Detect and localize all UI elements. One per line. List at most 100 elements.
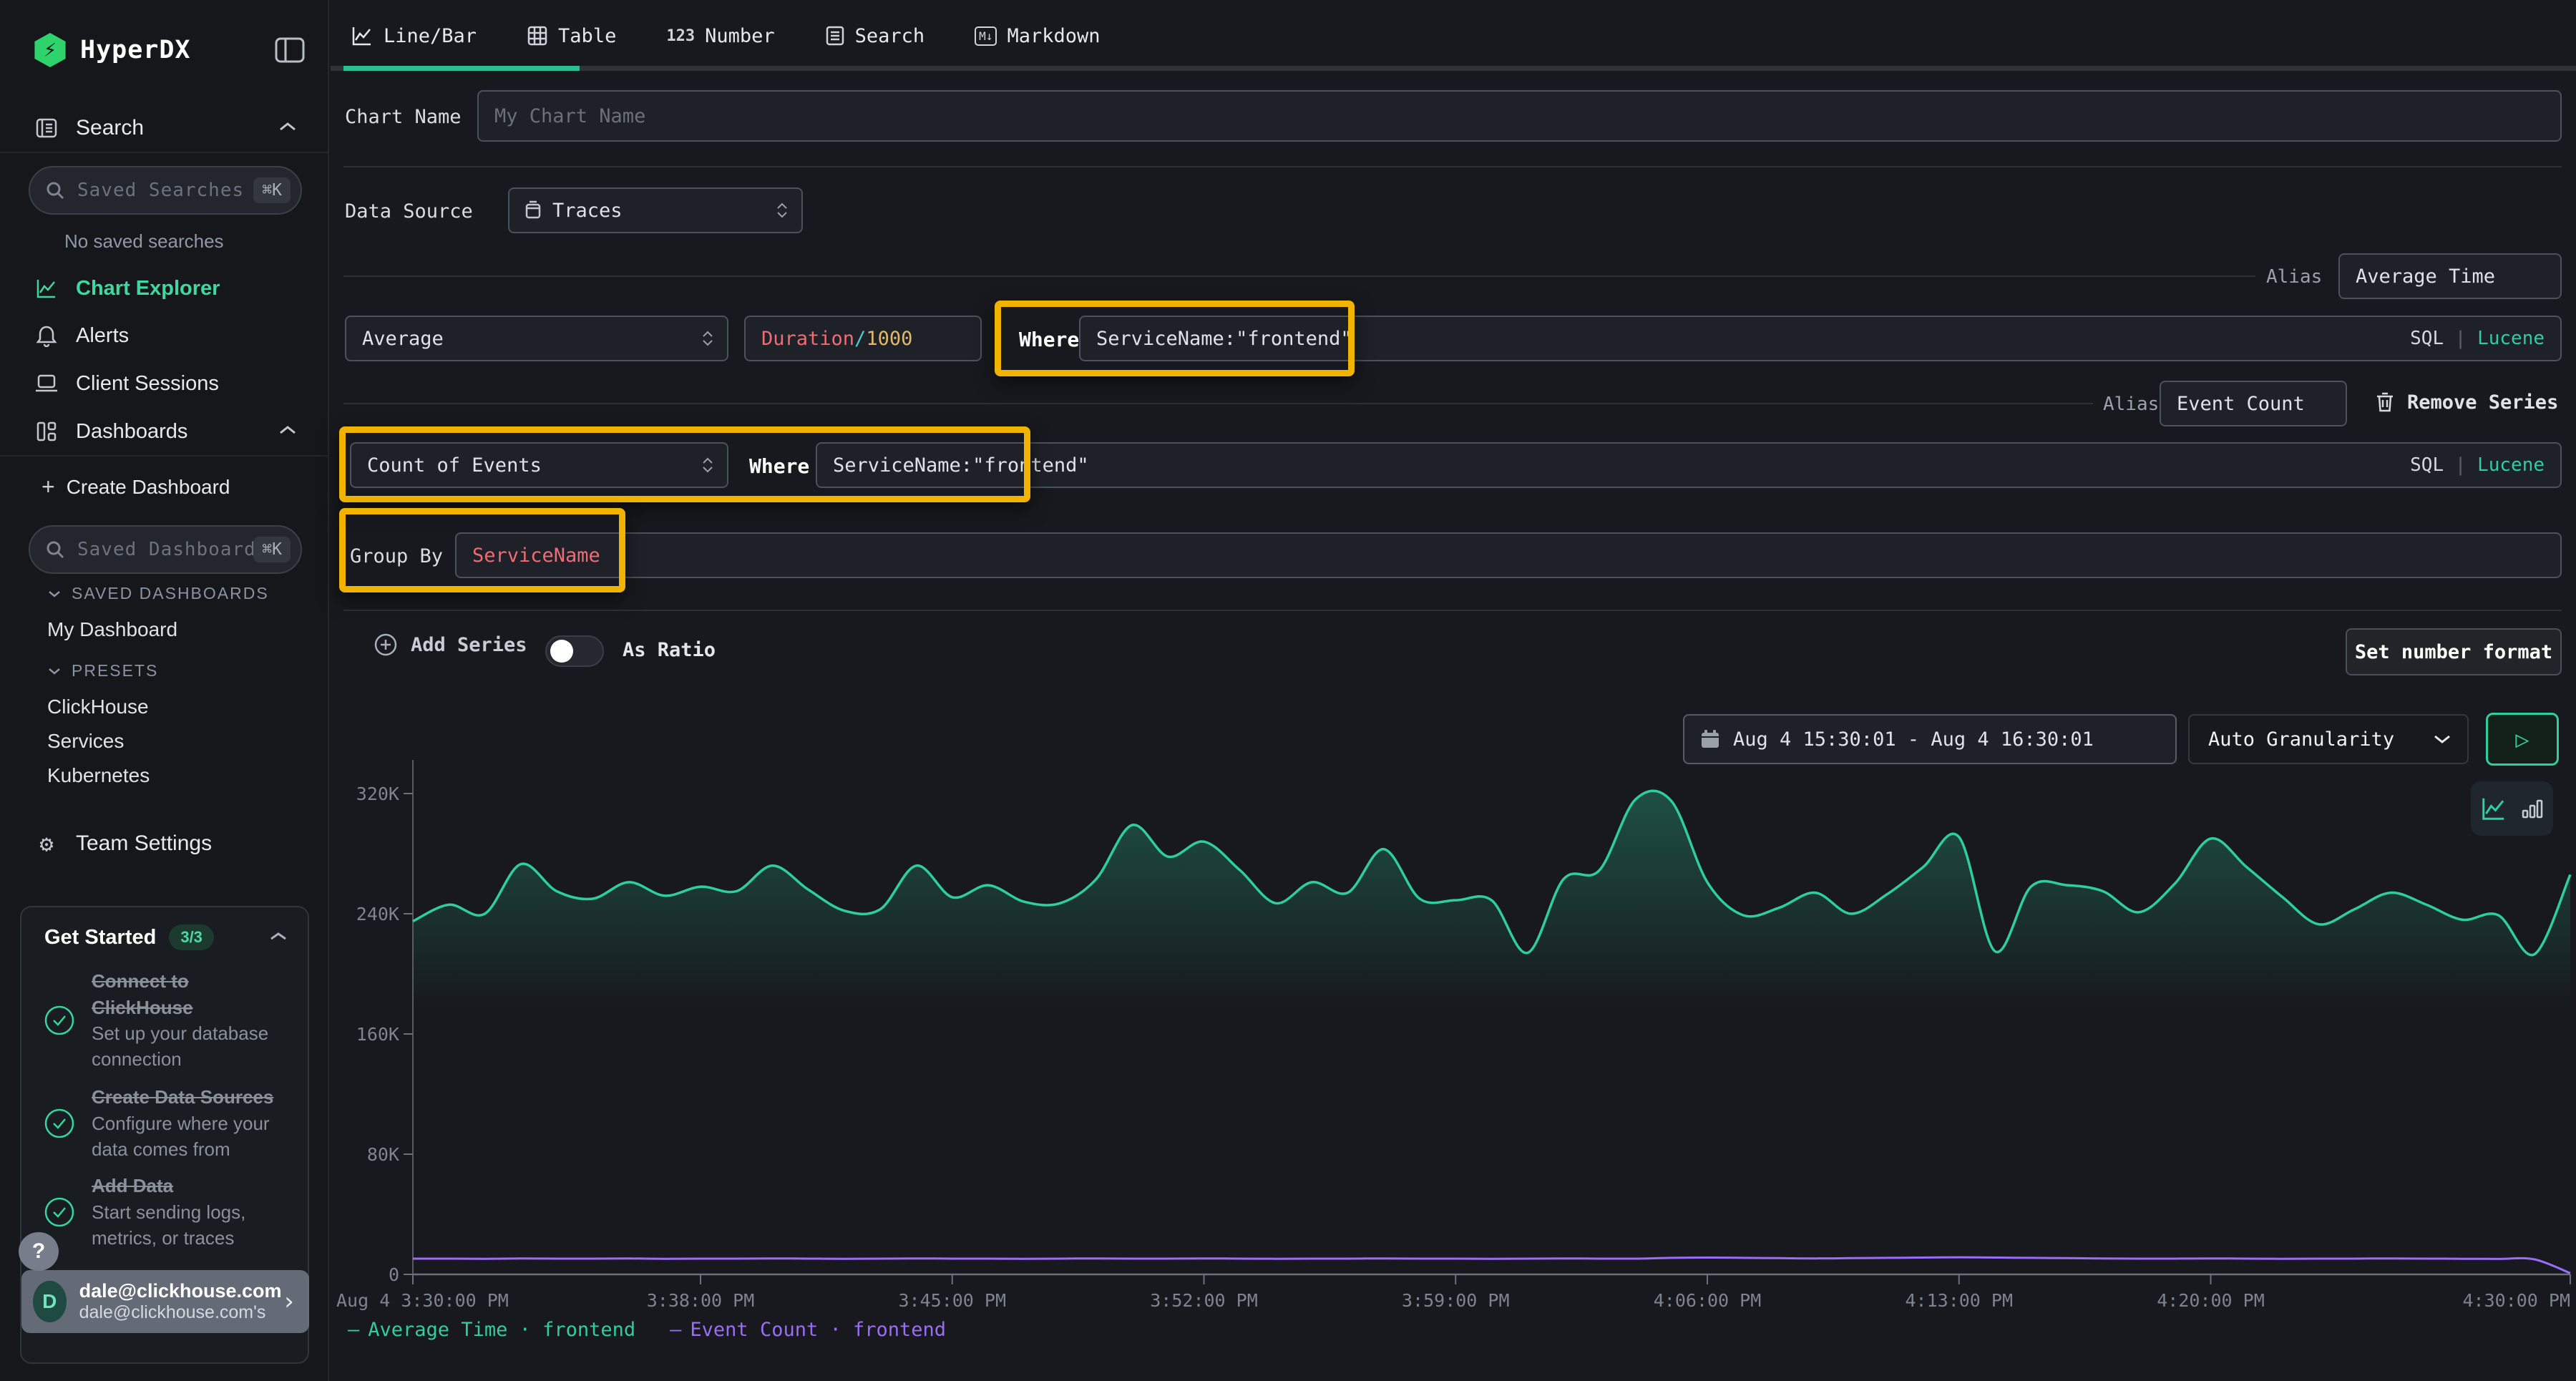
table-icon [527,25,548,47]
tab-label: Table [558,25,616,47]
app-title: HyperDX [80,36,191,64]
saved-dashboards-input[interactable]: Saved Dashboards ⌘K [29,525,302,574]
step-title: Connect to ClickHouse [92,968,292,1020]
chevron-down-icon [47,667,62,675]
preset-clickhouse[interactable]: ClickHouse [47,696,149,718]
field-token: Duration [761,328,854,350]
help-button[interactable]: ? [19,1232,59,1271]
sql-option[interactable]: SQL [2410,454,2444,476]
alias-label: Alias [2103,394,2159,415]
logo: ⚡ HyperDX [0,21,329,79]
chart-legend: — Average Time · frontend — Event Count … [348,1319,946,1341]
lucene-option[interactable]: Lucene [2477,328,2545,349]
hyperdx-logo-icon: ⚡ [33,33,67,67]
section-saved-dashboards[interactable]: SAVED DASHBOARDS [47,584,269,603]
group-by-input[interactable]: ServiceName [455,532,2562,578]
series2-where-label: Where [749,454,809,478]
sidebar-item-client-sessions[interactable]: Client Sessions [0,363,329,404]
series1-aggregation-select[interactable]: Average [345,316,728,361]
plus-circle-icon [374,633,398,657]
sidebar-item-alerts[interactable]: Alerts [0,315,329,356]
chart-name-input[interactable]: My Chart Name [477,90,2562,142]
svg-text:160K: 160K [356,1024,399,1045]
user-team: dale@clickhouse.com's [79,1302,282,1323]
dashboard-item-my-dashboard[interactable]: My Dashboard [47,618,177,641]
cmd-k-shortcut: ⌘K [253,177,291,203]
chart-name-placeholder: My Chart Name [494,105,645,127]
sidebar-item-dashboards[interactable]: Dashboards [0,411,329,452]
user-email: dale@clickhouse.com [79,1280,282,1302]
section-title: PRESETS [72,661,158,680]
get-started-item[interactable]: Create Data Sources Configure where your… [43,1083,292,1163]
chevron-up-icon [278,424,298,439]
divider [343,166,2562,167]
toggle-knob [550,640,573,663]
legend-dash-icon: — [670,1319,681,1341]
series2-aggregation-value: Count of Events [367,454,542,477]
as-ratio-toggle[interactable] [545,635,604,667]
lucene-option[interactable]: Lucene [2477,454,2545,476]
series2-alias-input[interactable]: Event Count [2160,381,2347,426]
search-icon [46,181,64,200]
remove-series-label: Remove Series [2407,391,2558,414]
series2-aggregation-select[interactable]: Count of Events [350,442,728,488]
preset-kubernetes[interactable]: Kubernetes [47,764,150,787]
select-chevrons-icon [701,457,714,473]
plus-icon: + [42,474,55,500]
main-content: Line/Bar Table 123 Number Search M↓ Mark… [331,0,2576,1381]
data-source-label: Data Source [345,200,473,223]
cmd-k-shortcut: ⌘K [253,537,291,562]
tab-label: Number [705,25,775,47]
svg-text:4:06:00 PM: 4:06:00 PM [1654,1290,1762,1311]
group-by-value: ServiceName [472,545,600,567]
check-circle-icon [43,1107,76,1140]
series1-aggregation-value: Average [362,328,444,350]
check-circle-icon [43,1196,76,1229]
legend-item-average-time[interactable]: — Average Time · frontend [348,1319,635,1341]
tab-table[interactable]: Table [527,25,616,47]
field-token: / [854,328,866,350]
series1-where-input[interactable]: ServiceName:"frontend" SQL | Lucene [1079,316,2562,361]
svg-text:4:13:00 PM: 4:13:00 PM [1905,1290,2013,1311]
sidebar-item-search[interactable]: Search [0,107,329,149]
query-language-switch[interactable]: SQL | Lucene [2410,454,2545,476]
chevron-up-icon[interactable] [269,931,288,945]
set-number-format-button[interactable]: Set number format [2346,628,2562,675]
search-icon [46,540,64,559]
avatar: D [33,1281,67,1322]
tab-number[interactable]: 123 Number [666,25,774,47]
svg-text:3:59:00 PM: 3:59:00 PM [1402,1290,1510,1311]
saved-searches-input[interactable]: Saved Searches ⌘K [29,166,302,215]
section-presets[interactable]: PRESETS [47,661,158,680]
series2-alias-value: Event Count [2177,393,2305,415]
get-started-item[interactable]: Add Data Start sending logs, metrics, or… [43,1172,292,1252]
series1-alias-input[interactable]: Average Time [2338,253,2562,299]
add-series-button[interactable]: Add Series [374,633,527,657]
sql-option[interactable]: SQL [2410,328,2444,349]
series2-where-input[interactable]: ServiceName:"frontend" SQL | Lucene [816,442,2562,488]
sidebar-item-team-settings[interactable]: ⚙ Team Settings [0,823,329,864]
tab-markdown[interactable]: M↓ Markdown [975,25,1100,47]
tab-search[interactable]: Search [825,25,925,47]
sidebar-item-chart-explorer[interactable]: Chart Explorer [0,268,329,309]
tab-line-bar[interactable]: Line/Bar [351,24,477,47]
get-started-item[interactable]: Connect to ClickHouse Set up your databa… [43,966,292,1075]
chevron-right-icon: › [282,1287,296,1316]
sidebar-item-label: Dashboards [76,420,187,444]
series1-field-input[interactable]: Duration/1000 [744,316,982,361]
markdown-icon: M↓ [975,26,997,46]
document-lines-icon [825,25,845,47]
user-menu[interactable]: D dale@clickhouse.com dale@clickhouse.co… [21,1270,309,1333]
create-dashboard-button[interactable]: + Create Dashboard [42,474,230,500]
trash-icon [2374,391,2396,414]
sidebar-collapse-icon[interactable] [275,37,305,66]
active-tab-indicator [343,66,580,71]
data-source-select[interactable]: Traces [508,187,803,233]
remove-series-button[interactable]: Remove Series [2374,391,2558,414]
legend-item-event-count[interactable]: — Event Count · frontend [670,1319,946,1341]
select-chevrons-icon [776,202,789,218]
query-language-switch[interactable]: SQL | Lucene [2410,328,2545,349]
legend-label: Average Time · frontend [368,1319,635,1341]
preset-services[interactable]: Services [47,730,124,753]
legend-label: Event Count · frontend [690,1319,946,1341]
